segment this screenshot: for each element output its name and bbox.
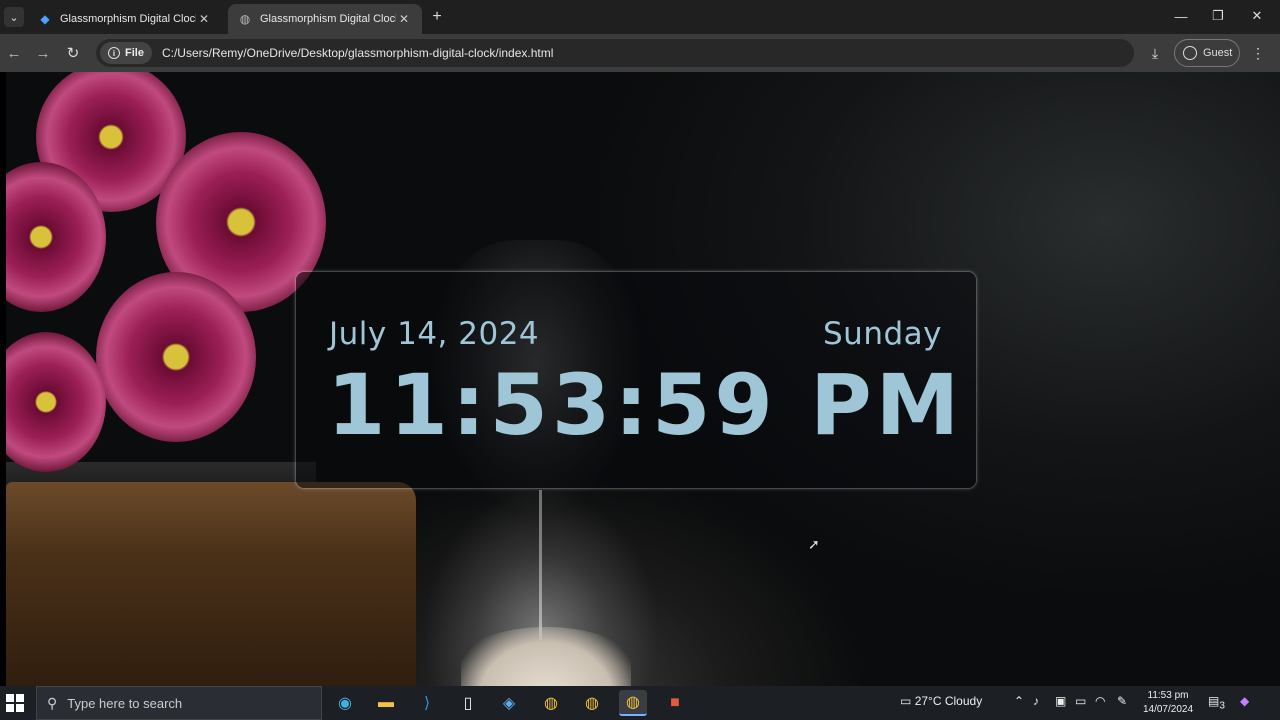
- clock-date: July 14, 2024: [329, 316, 540, 352]
- file-chip-label: File: [125, 47, 144, 59]
- chevron-down-icon: ⌄: [9, 11, 19, 24]
- maximize-button[interactable]: ❐: [1208, 6, 1228, 26]
- browser-toolbar: ← → ↻ i File C:/Users/Remy/OneDrive/Desk…: [0, 34, 1280, 72]
- windows-start-icon[interactable]: [6, 694, 24, 712]
- clock-date-text: 14/07/2024: [1142, 704, 1194, 715]
- clock-time: 11:53:59 PM: [327, 356, 964, 454]
- globe-icon: ◍: [239, 12, 251, 26]
- chrome-icon[interactable]: ◍: [619, 690, 647, 716]
- tab-search-button[interactable]: ⌄: [4, 7, 24, 27]
- avatar-icon: [1183, 46, 1197, 60]
- windows-taskbar: ⚲ Type here to search ◉ ▬ ⟩ ▯ ◈ ◍ ◍ ◍ ■ …: [0, 686, 1280, 720]
- vscode-icon[interactable]: ⟩: [413, 690, 441, 716]
- tray-icon[interactable]: ▣: [1055, 694, 1066, 708]
- battery-icon[interactable]: ▭: [1075, 694, 1086, 708]
- address-bar[interactable]: i File C:/Users/Remy/OneDrive/Desktop/gl…: [96, 39, 1134, 67]
- site-info-chip[interactable]: i File: [100, 42, 152, 64]
- taskbar-search[interactable]: ⚲ Type here to search: [36, 686, 322, 720]
- close-icon[interactable]: ✕: [396, 11, 412, 27]
- mouse-cursor-icon: ➚: [808, 536, 820, 552]
- chrome-icon[interactable]: ◍: [578, 690, 606, 716]
- wifi-icon[interactable]: ◠: [1095, 694, 1105, 708]
- flower-image: [96, 272, 256, 442]
- edge-icon[interactable]: ◉: [331, 690, 359, 716]
- notepad-icon[interactable]: ▯: [454, 690, 482, 716]
- weather-icon: ▭: [900, 694, 912, 708]
- weather-widget[interactable]: ▭ 27°C Cloudy: [900, 694, 982, 708]
- tab-2-active[interactable]: ◍ Glassmorphism Digital Clock ✕: [228, 4, 422, 34]
- info-icon: i: [108, 47, 120, 59]
- profile-label: Guest: [1203, 47, 1233, 59]
- search-placeholder: Type here to search: [67, 695, 183, 711]
- file-explorer-icon[interactable]: ▬: [372, 690, 400, 716]
- profile-button[interactable]: Guest: [1174, 39, 1240, 67]
- search-icon: ⚲: [47, 694, 58, 711]
- new-tab-button[interactable]: +: [428, 8, 446, 26]
- clock-card: July 14, 2024 Sunday 11:53:59 PM: [296, 272, 976, 488]
- window-close-button[interactable]: ✕: [1247, 6, 1267, 26]
- url-text[interactable]: C:/Users/Remy/OneDrive/Desktop/glassmorp…: [162, 46, 553, 60]
- copilot-icon[interactable]: ◆: [1240, 694, 1249, 708]
- speaker-icon[interactable]: ♪: [1033, 694, 1039, 708]
- flower-image: [6, 332, 106, 472]
- tab-strip: ⌄ ◆ Glassmorphism Digital Clock U ✕ ◍ Gl…: [0, 0, 1280, 34]
- back-button[interactable]: ←: [4, 43, 24, 63]
- page-background: July 14, 2024 Sunday 11:53:59 PM ➚: [6, 72, 1280, 686]
- minimize-button[interactable]: —: [1171, 6, 1191, 26]
- menu-icon[interactable]: ⋮: [1248, 43, 1268, 63]
- notification-icon[interactable]: ▤3: [1208, 694, 1225, 711]
- close-icon[interactable]: ✕: [196, 11, 212, 27]
- chrome-icon[interactable]: ◍: [537, 690, 565, 716]
- pen-icon[interactable]: ✎: [1117, 694, 1127, 708]
- notification-count: 3: [1219, 700, 1225, 712]
- chevron-up-icon[interactable]: ⌃: [1014, 694, 1024, 708]
- book-image: [6, 482, 416, 686]
- forward-button[interactable]: →: [33, 43, 53, 63]
- flame-icon: ◆: [40, 12, 50, 26]
- clock-day: Sunday: [823, 316, 942, 352]
- tab-title: Glassmorphism Digital Clock U: [60, 13, 196, 25]
- app-icon[interactable]: ■: [661, 690, 689, 716]
- tab-1[interactable]: ◆ Glassmorphism Digital Clock U ✕: [28, 4, 222, 34]
- reload-button[interactable]: ↻: [63, 43, 83, 63]
- download-icon[interactable]: ⤓: [1145, 43, 1165, 63]
- system-clock[interactable]: 11:53 pm 14/07/2024: [1138, 689, 1198, 717]
- clock-time-text: 11:53 pm: [1147, 690, 1189, 701]
- app-icon[interactable]: ◈: [495, 690, 523, 716]
- tab-title: Glassmorphism Digital Clock: [260, 13, 396, 25]
- weather-text: 27°C Cloudy: [914, 694, 983, 708]
